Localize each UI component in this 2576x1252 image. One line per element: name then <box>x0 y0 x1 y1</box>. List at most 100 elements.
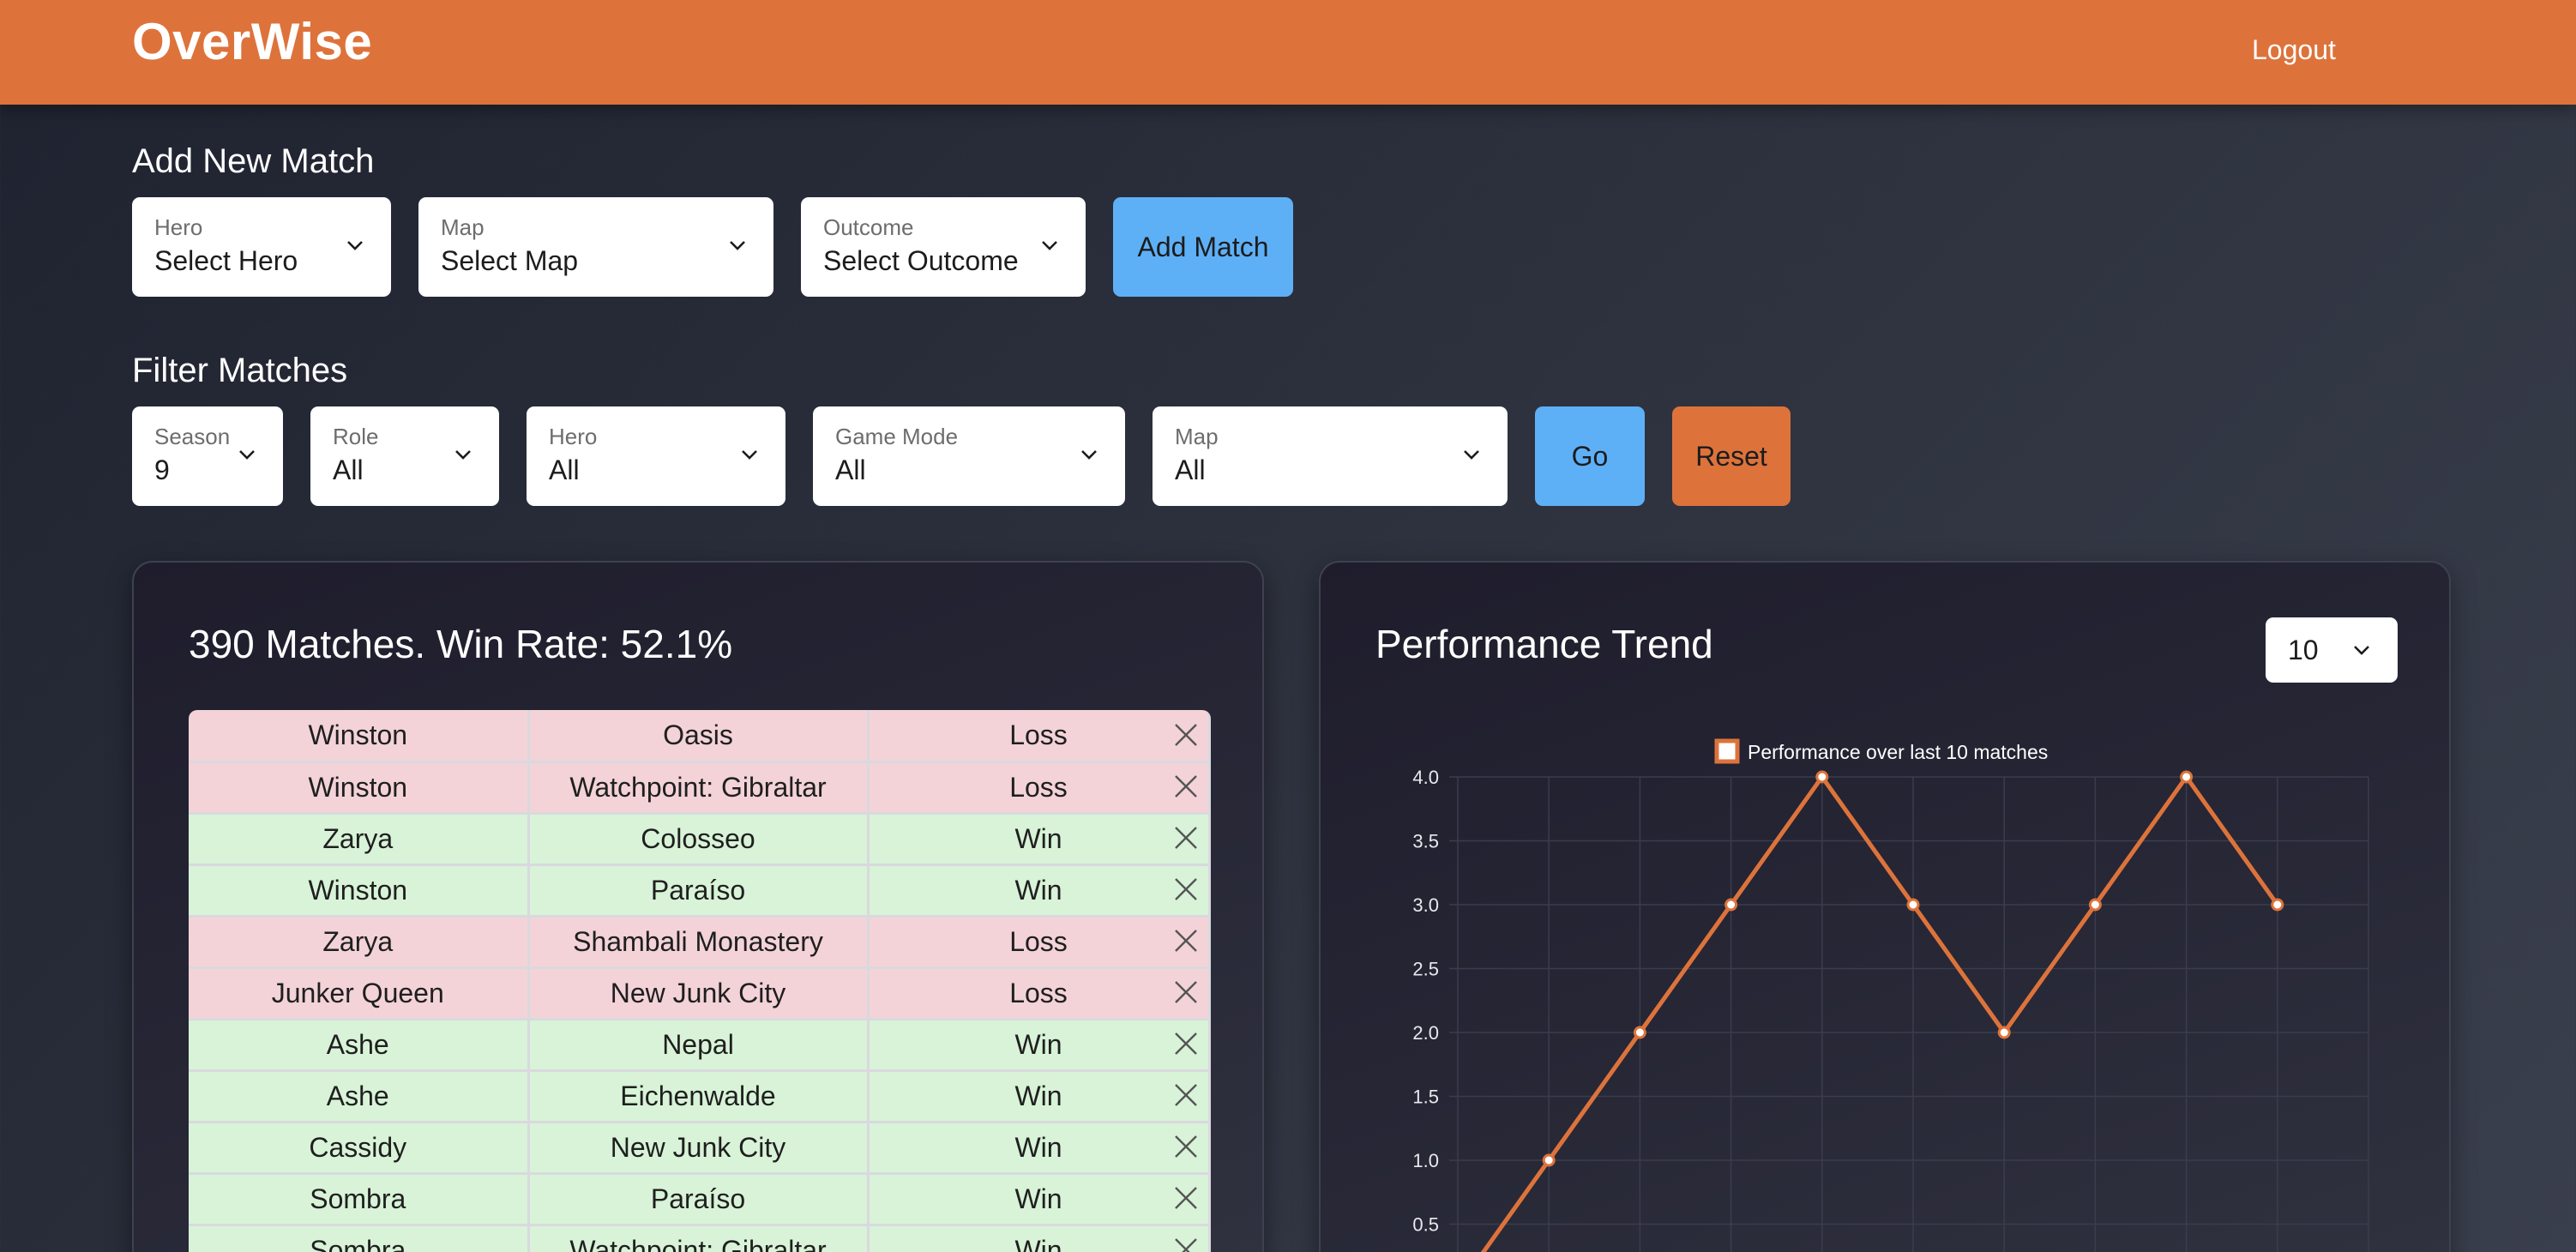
table-row: Sombra Watchpoint: Gibraltar Win <box>189 1225 1211 1252</box>
add-hero-value: Select Hero <box>154 245 298 276</box>
chevron-down-icon <box>742 450 757 460</box>
series-line <box>1480 774 2279 1252</box>
data-point <box>1633 1026 1646 1039</box>
filter-hero-label: Hero <box>549 424 598 449</box>
matches-panel: 390 Matches. Win Rate: 52.1% Winston Oasi… <box>132 561 1264 1252</box>
cell-outcome: Win <box>868 813 1211 866</box>
cell-map: New Junk City <box>528 1122 870 1175</box>
role-select[interactable]: Role All <box>310 406 499 506</box>
cell-map: Nepal <box>528 1019 870 1072</box>
game-mode-label: Game Mode <box>835 424 959 449</box>
cell-map: New Junk City <box>528 967 870 1020</box>
cell-outcome: Loss <box>868 916 1211 969</box>
season-select[interactable]: Season 9 <box>132 406 283 506</box>
cell-hero: Ashe <box>189 1019 530 1072</box>
add-match-button[interactable]: Add Match <box>1113 197 1293 297</box>
cell-outcome: Win <box>868 1070 1211 1123</box>
cell-map: Watchpoint: Gibraltar <box>528 1225 870 1252</box>
filter-matches-title: Filter Matches <box>132 352 348 389</box>
table-row: Winston Paraíso Win <box>189 864 1211 918</box>
filter-map-value: All <box>1175 454 1206 485</box>
table-row: Ashe Nepal Win <box>189 1019 1211 1072</box>
go-button[interactable]: Go <box>1535 406 1645 506</box>
close-icon[interactable] <box>1173 876 1199 902</box>
cell-hero: Cassidy <box>189 1122 530 1175</box>
table-row: Winston Watchpoint: Gibraltar Loss <box>189 761 1211 815</box>
chevron-down-icon <box>1081 450 1097 460</box>
brand-logo[interactable]: OverWise <box>132 12 372 71</box>
filter-hero-select[interactable]: Hero All <box>527 406 785 506</box>
y-tick-label: 3.0 <box>1412 894 1439 916</box>
data-point <box>1542 1153 1556 1167</box>
cell-map: Shambali Monastery <box>528 916 870 969</box>
cell-map: Colosseo <box>528 813 870 866</box>
reset-button[interactable]: Reset <box>1672 406 1791 506</box>
cell-outcome: Win <box>868 1019 1211 1072</box>
add-hero-select[interactable]: Hero Select Hero <box>132 197 391 297</box>
cell-outcome: Loss <box>868 967 1211 1020</box>
cell-hero: Sombra <box>189 1225 530 1252</box>
close-icon[interactable] <box>1173 1134 1199 1159</box>
cell-outcome: Win <box>868 864 1211 918</box>
close-icon[interactable] <box>1173 1031 1199 1056</box>
close-icon[interactable] <box>1173 773 1199 799</box>
season-label: Season <box>154 424 231 449</box>
close-icon[interactable] <box>1173 825 1199 851</box>
legend-swatch <box>1714 738 1740 764</box>
role-label: Role <box>333 424 379 449</box>
chevron-down-icon <box>239 450 255 460</box>
cell-map: Paraíso <box>528 864 870 918</box>
logout-link[interactable]: Logout <box>2252 34 2336 66</box>
chevron-down-icon <box>1464 450 1479 460</box>
cell-hero: Zarya <box>189 916 530 969</box>
add-outcome-value: Select Outcome <box>823 245 1019 276</box>
cell-hero: Winston <box>189 761 530 815</box>
add-match-title: Add New Match <box>132 142 375 180</box>
add-map-label: Map <box>441 214 485 240</box>
table-row: Cassidy New Junk City Win <box>189 1122 1211 1175</box>
chevron-down-icon <box>455 450 471 460</box>
y-tick-label: 2.5 <box>1412 959 1439 980</box>
data-point <box>2180 770 2194 784</box>
game-mode-value: All <box>835 454 866 485</box>
data-point <box>1997 1026 2011 1039</box>
cell-hero: Ashe <box>189 1070 530 1123</box>
game-mode-select[interactable]: Game Mode All <box>813 406 1125 506</box>
close-icon[interactable] <box>1173 1185 1199 1211</box>
chevron-down-icon <box>1042 241 1057 250</box>
cell-hero: Winston <box>189 864 530 918</box>
add-map-value: Select Map <box>441 245 579 276</box>
close-icon[interactable] <box>1173 1237 1199 1252</box>
add-outcome-select[interactable]: Outcome Select Outcome <box>801 197 1086 297</box>
y-tick-label: 4.0 <box>1412 767 1439 788</box>
chevron-down-icon <box>347 241 363 250</box>
cell-hero: Zarya <box>189 813 530 866</box>
table-row: Winston Oasis Loss <box>189 710 1211 763</box>
y-tick-label: 0.5 <box>1412 1214 1439 1236</box>
y-tick-label: 2.0 <box>1412 1022 1439 1044</box>
matches-table: Winston Oasis Loss Winston Watchpoint: Gibra… <box>189 710 1211 1252</box>
season-value: 9 <box>154 454 170 485</box>
close-icon[interactable] <box>1173 1082 1199 1108</box>
cell-outcome: Loss <box>868 710 1211 763</box>
cell-hero: Junker Queen <box>189 967 530 1020</box>
table-row: Sombra Paraíso Win <box>189 1173 1211 1226</box>
y-tick-label: 1.5 <box>1412 1086 1439 1108</box>
add-hero-label: Hero <box>154 214 203 240</box>
close-icon[interactable] <box>1173 722 1199 748</box>
data-point <box>1815 770 1829 784</box>
close-icon[interactable] <box>1173 979 1199 1005</box>
y-tick-label: 3.5 <box>1412 831 1439 852</box>
add-map-select[interactable]: Map Select Map <box>418 197 773 297</box>
table-row: Ashe Eichenwalde Win <box>189 1070 1211 1123</box>
top-navbar: OverWise Logout <box>0 0 2576 105</box>
filter-map-select[interactable]: Map All <box>1153 406 1508 506</box>
table-row: Junker Queen New Junk City Loss <box>189 967 1211 1020</box>
chevron-down-icon <box>730 241 745 250</box>
cell-hero: Sombra <box>189 1173 530 1226</box>
cell-map: Oasis <box>528 710 870 763</box>
close-icon[interactable] <box>1173 928 1199 954</box>
filter-map-label: Map <box>1175 424 1219 449</box>
cell-outcome: Win <box>868 1173 1211 1226</box>
data-point <box>2271 898 2284 912</box>
